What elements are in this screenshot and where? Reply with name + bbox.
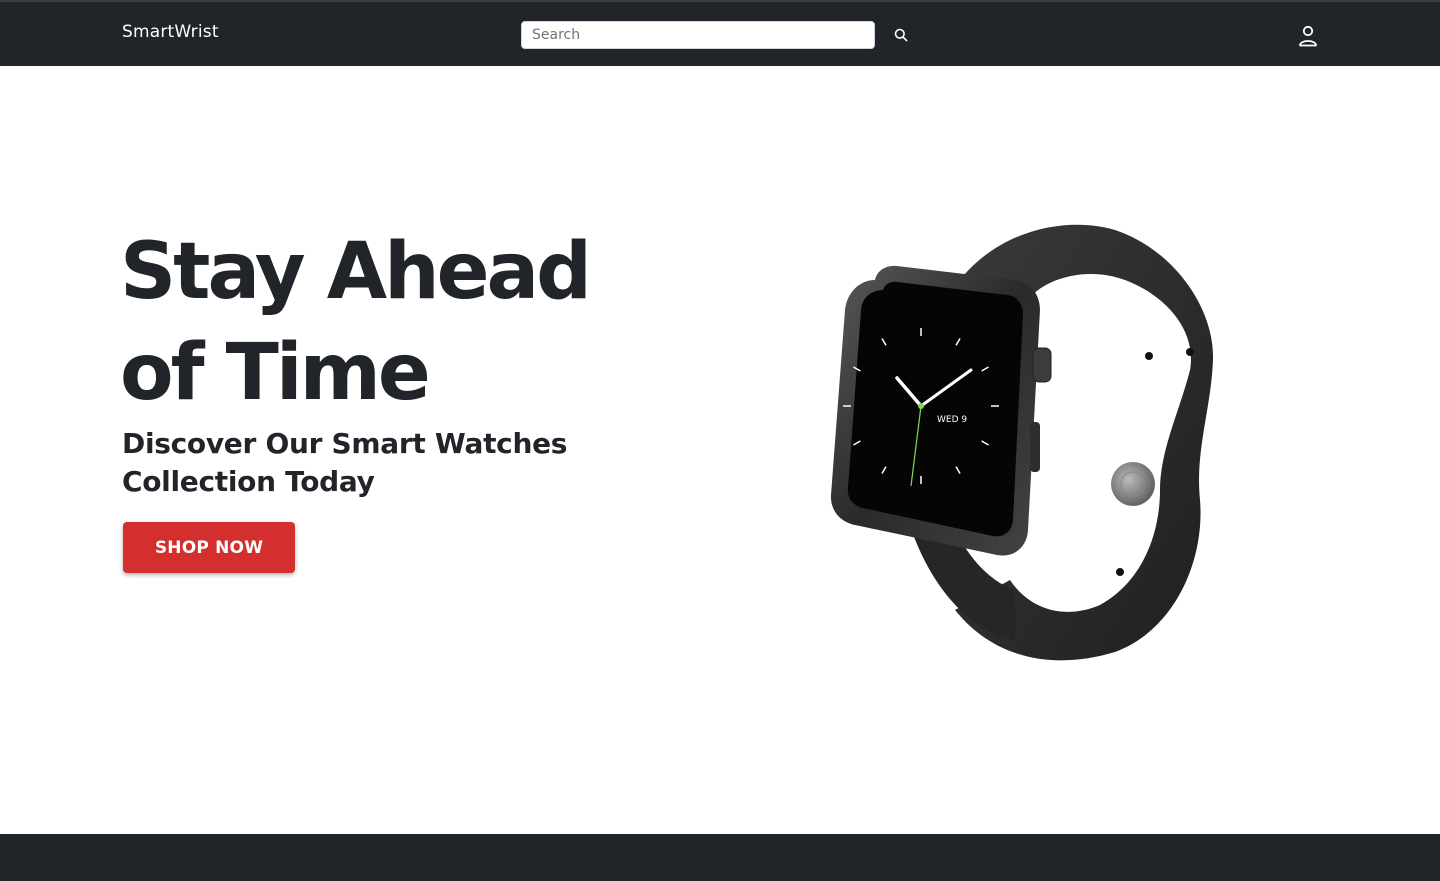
hero-subtitle-line1: Discover Our Smart Watches	[122, 427, 568, 460]
smartwatch-illustration: WED 9	[830, 224, 1214, 661]
footer	[0, 834, 1440, 881]
hero-title-line1: Stay Ahead	[120, 227, 592, 317]
dial-center	[918, 403, 924, 409]
search-icon	[894, 28, 908, 42]
band-pin	[1111, 462, 1155, 506]
brand-logo[interactable]: SmartWrist	[122, 22, 219, 42]
watch-side-button	[1030, 422, 1040, 472]
search-button[interactable]	[889, 23, 913, 47]
hero-subtitle-line2: Collection Today	[122, 465, 375, 498]
user-icon	[1299, 25, 1317, 47]
hero-title: Stay Ahead of Time	[120, 222, 680, 424]
user-account-button[interactable]	[1294, 22, 1322, 50]
watch-screen	[847, 281, 1023, 537]
search-input[interactable]	[521, 21, 875, 49]
band-hole	[1145, 352, 1153, 360]
band-hole	[1186, 348, 1194, 356]
smartwatch-product-image: WED 9	[815, 210, 1235, 670]
top-navbar: SmartWrist	[0, 0, 1440, 66]
watch-crown	[1032, 347, 1052, 383]
hero-title-line2: of Time	[120, 328, 431, 418]
hero-subtitle: Discover Our Smart Watches Collection To…	[122, 425, 642, 501]
watch-date-label: WED 9	[937, 415, 967, 425]
band-hole	[1116, 568, 1124, 576]
shop-now-button[interactable]: SHOP NOW	[123, 522, 295, 573]
